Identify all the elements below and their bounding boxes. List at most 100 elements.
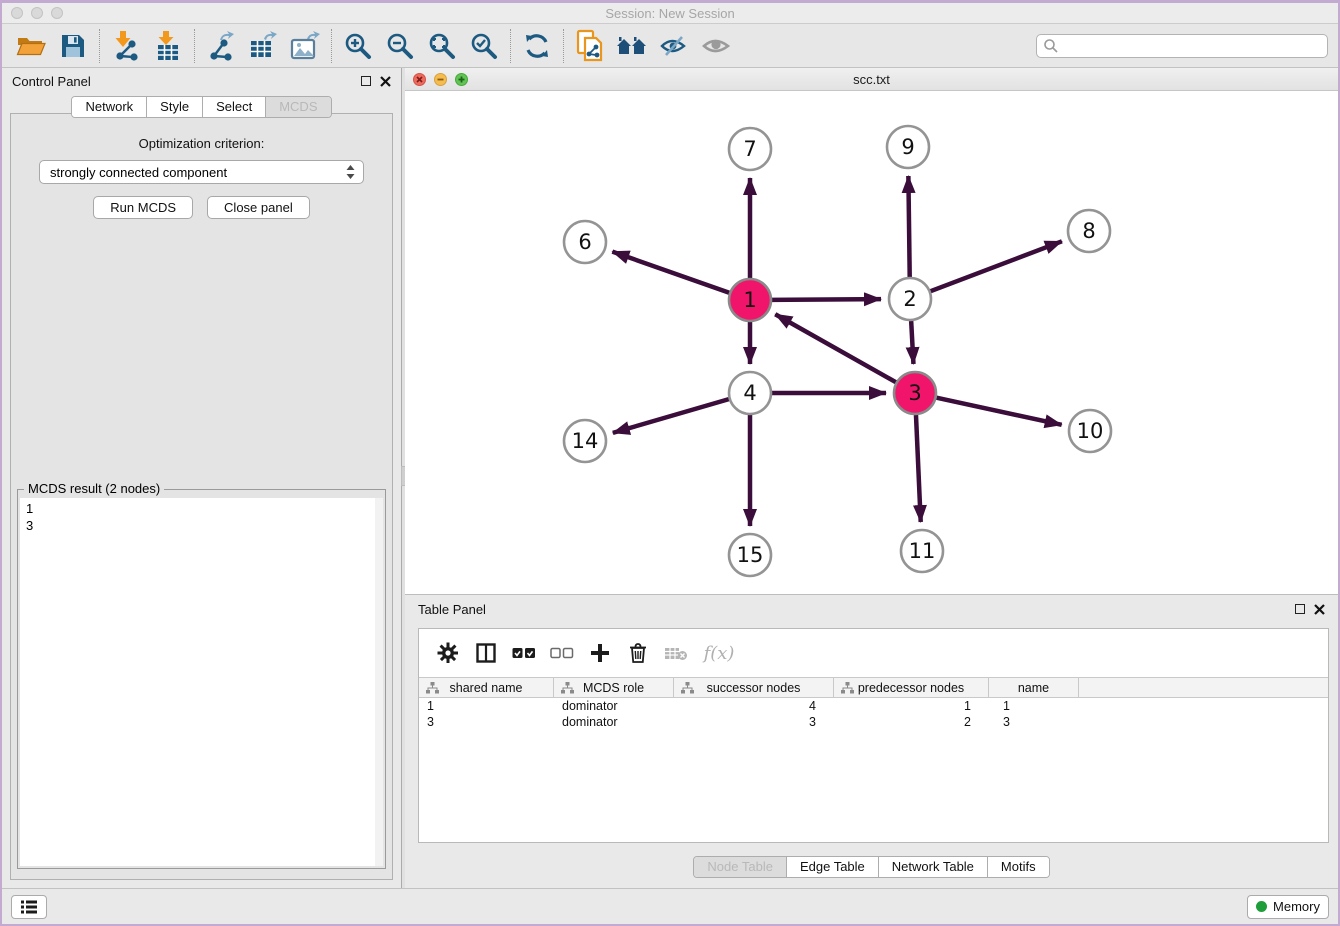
column-header-name[interactable]: name: [989, 678, 1079, 697]
table-cell[interactable]: dominator: [554, 715, 674, 729]
toolbar-separator: [510, 29, 511, 63]
mcds-result-text[interactable]: 13: [20, 498, 383, 866]
status-bar: Memory: [2, 888, 1338, 924]
save-session-icon[interactable]: [52, 28, 94, 64]
graph-edge-3-11[interactable]: [916, 415, 921, 522]
run-mcds-button[interactable]: Run MCDS: [93, 196, 193, 219]
column-header-successor-nodes[interactable]: successor nodes: [674, 678, 834, 697]
network-window-titlebar: scc.txt: [405, 68, 1338, 91]
float-table-panel-icon[interactable]: [1295, 604, 1305, 614]
graph-edge-3-1[interactable]: [775, 314, 896, 382]
dropdown-value: strongly connected component: [50, 165, 346, 180]
table-cell[interactable]: 1: [834, 699, 989, 713]
column-header-mcds-role[interactable]: MCDS role: [554, 678, 674, 697]
search-input[interactable]: [1059, 35, 1327, 57]
window-title: Session: New Session: [2, 6, 1338, 21]
graph-node-label: 4: [743, 381, 756, 405]
application-window: Session: New Session: [0, 0, 1340, 926]
tab-edge-table[interactable]: Edge Table: [787, 857, 879, 877]
unselect-all-columns-icon[interactable]: [545, 638, 579, 668]
refresh-layout-icon[interactable]: [516, 28, 558, 64]
table-panel: Table Panel: [405, 595, 1338, 888]
column-header-predecessor-nodes[interactable]: predecessor nodes: [834, 678, 989, 697]
show-graphics-details-icon[interactable]: [695, 28, 737, 64]
table-cell[interactable]: 4: [674, 699, 834, 713]
network-canvas[interactable]: 7968124314101511: [405, 91, 1338, 594]
tab-style[interactable]: Style: [147, 97, 203, 117]
graph-edge-2-8[interactable]: [931, 241, 1062, 291]
task-history-button[interactable]: [11, 895, 47, 919]
select-all-columns-icon[interactable]: [507, 638, 541, 668]
export-image-icon[interactable]: [284, 28, 326, 64]
float-panel-icon[interactable]: [361, 76, 371, 86]
import-network-icon[interactable]: [105, 28, 147, 64]
tab-node-table[interactable]: Node Table: [694, 857, 787, 877]
node-table: f(x) shared name MCDS role: [418, 628, 1329, 843]
zoom-fit-icon[interactable]: [421, 28, 463, 64]
table-header-row: shared name MCDS role successor nodes: [419, 677, 1328, 698]
mcds-result-line: 1: [26, 500, 383, 517]
table-toolbar: f(x): [419, 629, 1328, 677]
add-column-icon[interactable]: [583, 638, 617, 668]
control-panel-tabs: Network Style Select MCDS: [71, 96, 331, 118]
toolbar-separator: [331, 29, 332, 63]
tab-network-table[interactable]: Network Table: [879, 857, 988, 877]
close-panel-icon[interactable]: [380, 76, 391, 87]
search-box[interactable]: [1036, 34, 1328, 58]
tab-select[interactable]: Select: [203, 97, 266, 117]
new-network-from-selection-icon[interactable]: [569, 28, 611, 64]
graph-edge-3-10[interactable]: [936, 398, 1061, 425]
table-row[interactable]: 3dominator323: [419, 714, 1328, 730]
tab-mcds[interactable]: MCDS: [266, 97, 330, 117]
graph-edge-2-9[interactable]: [908, 176, 909, 277]
first-neighbors-icon[interactable]: [611, 28, 653, 64]
table-cell[interactable]: 3: [989, 715, 1079, 729]
tab-network[interactable]: Network: [72, 97, 147, 117]
tree-column-icon: [426, 682, 439, 694]
search-icon: [1043, 38, 1059, 54]
hide-graphics-details-icon[interactable]: [653, 28, 695, 64]
toolbar-separator: [99, 29, 100, 63]
close-table-panel-icon[interactable]: [1314, 604, 1325, 615]
export-network-icon[interactable]: [200, 28, 242, 64]
result-scrollbar[interactable]: [375, 498, 383, 866]
table-cell[interactable]: 3: [674, 715, 834, 729]
graph-node-label: 9: [901, 135, 914, 159]
graph-node-label: 14: [572, 429, 599, 453]
table-cell[interactable]: dominator: [554, 699, 674, 713]
optimization-criterion-label: Optimization criterion:: [11, 136, 392, 151]
zoom-in-icon[interactable]: [337, 28, 379, 64]
table-cell[interactable]: 1: [419, 699, 554, 713]
import-table-icon[interactable]: [147, 28, 189, 64]
delete-columns-icon[interactable]: [621, 638, 655, 668]
column-header-shared-name[interactable]: shared name: [419, 678, 554, 697]
memory-button[interactable]: Memory: [1247, 895, 1329, 919]
mcds-result-line: 3: [26, 517, 383, 534]
table-cell[interactable]: 2: [834, 715, 989, 729]
window-titlebar: Session: New Session: [2, 3, 1338, 24]
tree-column-icon: [561, 682, 574, 694]
table-cell[interactable]: 1: [989, 699, 1079, 713]
graph-edge-2-3[interactable]: [911, 321, 913, 364]
tab-motifs[interactable]: Motifs: [988, 857, 1049, 877]
graph-edge-1-2[interactable]: [772, 299, 881, 300]
tree-column-icon: [681, 682, 694, 694]
delete-table-icon: [659, 638, 693, 668]
graph-edge-4-14[interactable]: [613, 399, 729, 433]
table-row[interactable]: 1dominator411: [419, 698, 1328, 714]
graph-edge-1-6[interactable]: [612, 252, 729, 293]
export-table-icon[interactable]: [242, 28, 284, 64]
table-cell[interactable]: 3: [419, 715, 554, 729]
table-tabs: Node Table Edge Table Network Table Moti…: [693, 856, 1049, 878]
graph-node-label: 7: [743, 137, 756, 161]
zoom-out-icon[interactable]: [379, 28, 421, 64]
show-columns-icon[interactable]: [469, 638, 503, 668]
graph-node-label: 11: [909, 539, 936, 563]
open-file-icon[interactable]: [10, 28, 52, 64]
optimization-criterion-dropdown[interactable]: strongly connected component: [39, 160, 364, 184]
settings-gear-icon[interactable]: [431, 638, 465, 668]
network-graph: 7968124314101511: [405, 91, 1338, 594]
close-panel-button[interactable]: Close panel: [207, 196, 310, 219]
control-panel: Control Panel Network Style Select MCDS: [2, 68, 401, 888]
zoom-selected-icon[interactable]: [463, 28, 505, 64]
